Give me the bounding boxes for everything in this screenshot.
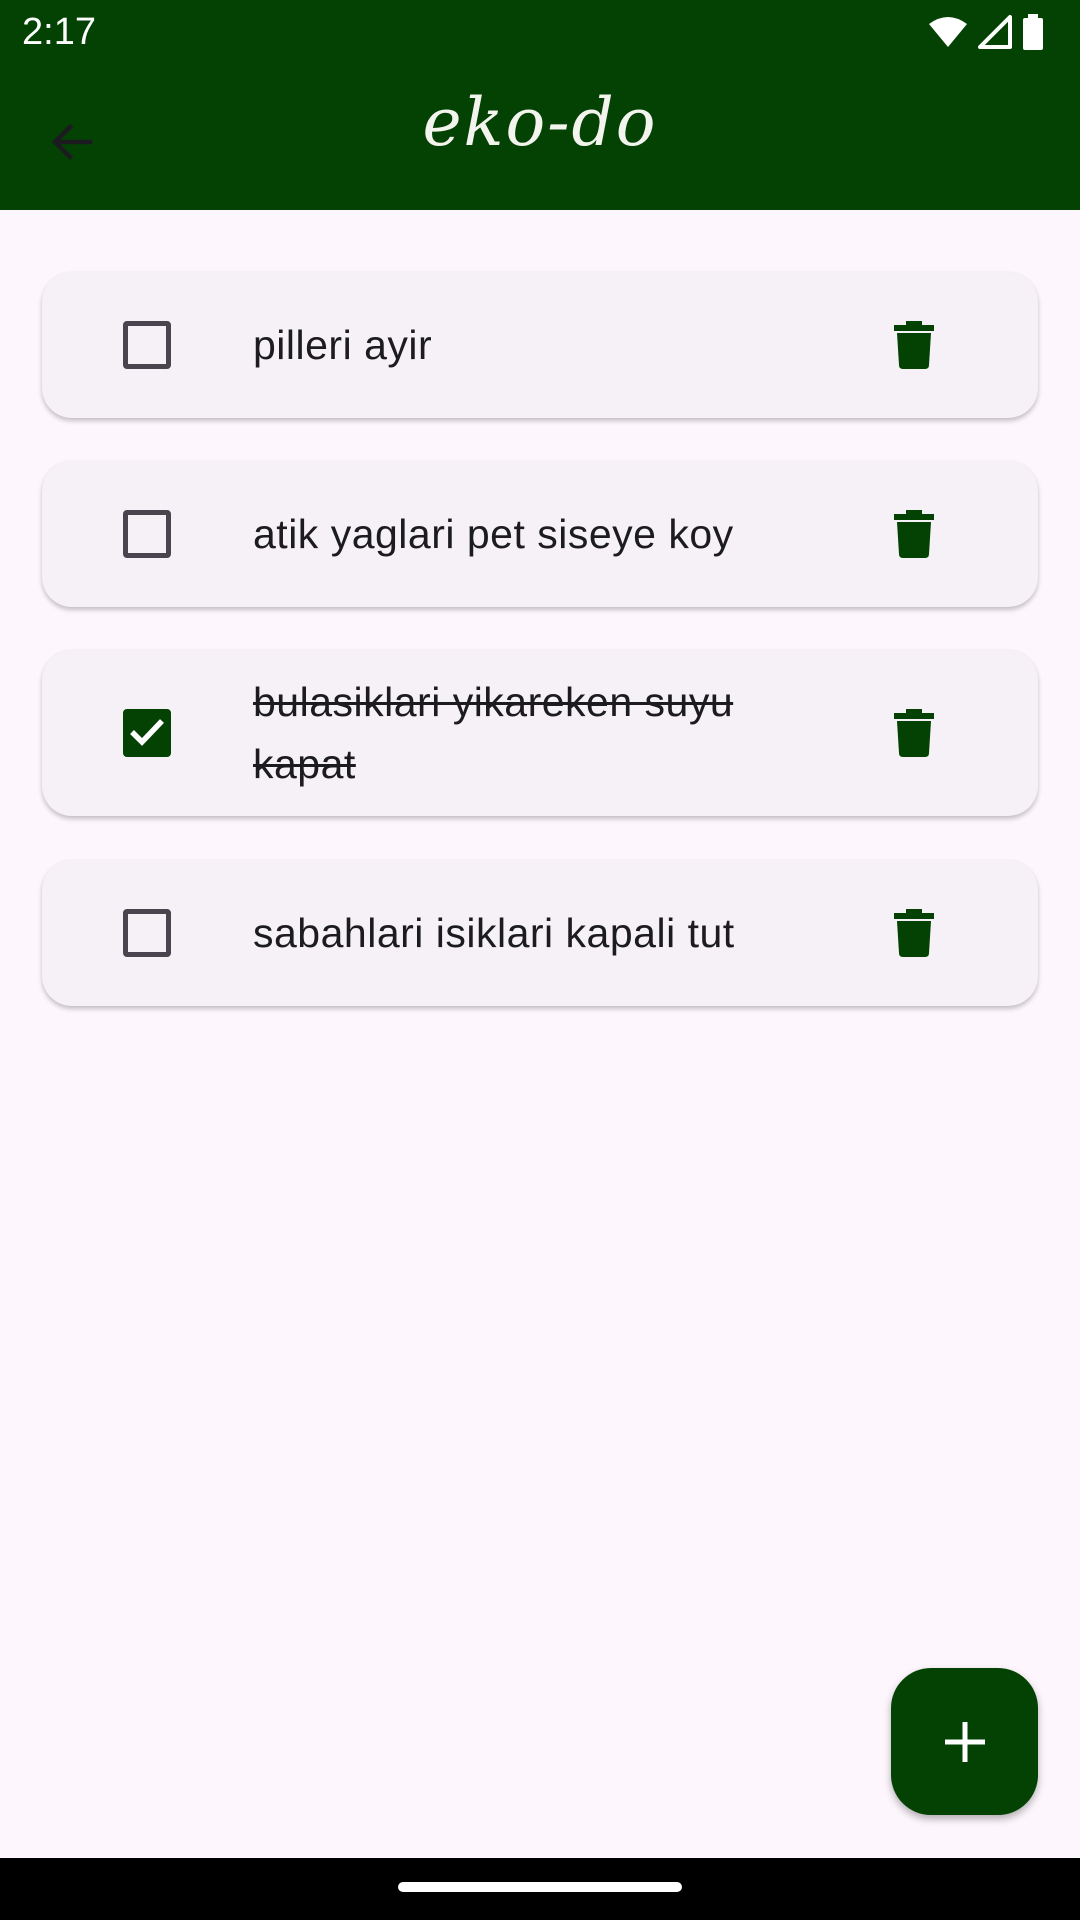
- task-checkbox[interactable]: [123, 909, 171, 957]
- delete-button[interactable]: [884, 703, 944, 763]
- home-gesture-handle[interactable]: [398, 1882, 682, 1892]
- status-time: 2:17: [22, 11, 96, 53]
- wifi-icon: [929, 17, 967, 47]
- add-task-button[interactable]: [891, 1668, 1038, 1815]
- cellular-signal-icon: [978, 15, 1012, 49]
- task-text: atik yaglari pet siseye koy: [253, 511, 734, 557]
- trash-icon: [894, 709, 934, 757]
- plus-icon: [944, 1721, 985, 1762]
- task-checkbox[interactable]: [123, 709, 171, 757]
- check-icon: [130, 719, 164, 746]
- app-title: eko-do: [422, 84, 658, 161]
- task-card: bulasiklari yikareken suyu kapat: [42, 650, 1038, 816]
- trash-icon: [894, 909, 934, 957]
- delete-button[interactable]: [884, 504, 944, 564]
- task-text: sabahlari isiklari kapali tut: [253, 910, 735, 956]
- task-card: pilleri ayir: [42, 272, 1038, 418]
- status-icons: [928, 12, 1044, 52]
- status-bar: 2:17: [0, 0, 1080, 64]
- battery-icon: [1023, 14, 1043, 50]
- navigation-bar: [0, 1858, 1080, 1920]
- app-bar: eko-do: [0, 64, 1080, 210]
- delete-button[interactable]: [884, 315, 944, 375]
- task-checkbox[interactable]: [123, 510, 171, 558]
- delete-button[interactable]: [884, 903, 944, 963]
- trash-icon: [894, 510, 934, 558]
- task-card: sabahlari isiklari kapali tut: [42, 860, 1038, 1006]
- task-card: atik yaglari pet siseye koy: [42, 461, 1038, 607]
- trash-icon: [894, 321, 934, 369]
- task-text: bulasiklari yikareken suyu kapat: [253, 679, 734, 787]
- task-text: pilleri ayir: [253, 322, 433, 368]
- task-checkbox[interactable]: [123, 321, 171, 369]
